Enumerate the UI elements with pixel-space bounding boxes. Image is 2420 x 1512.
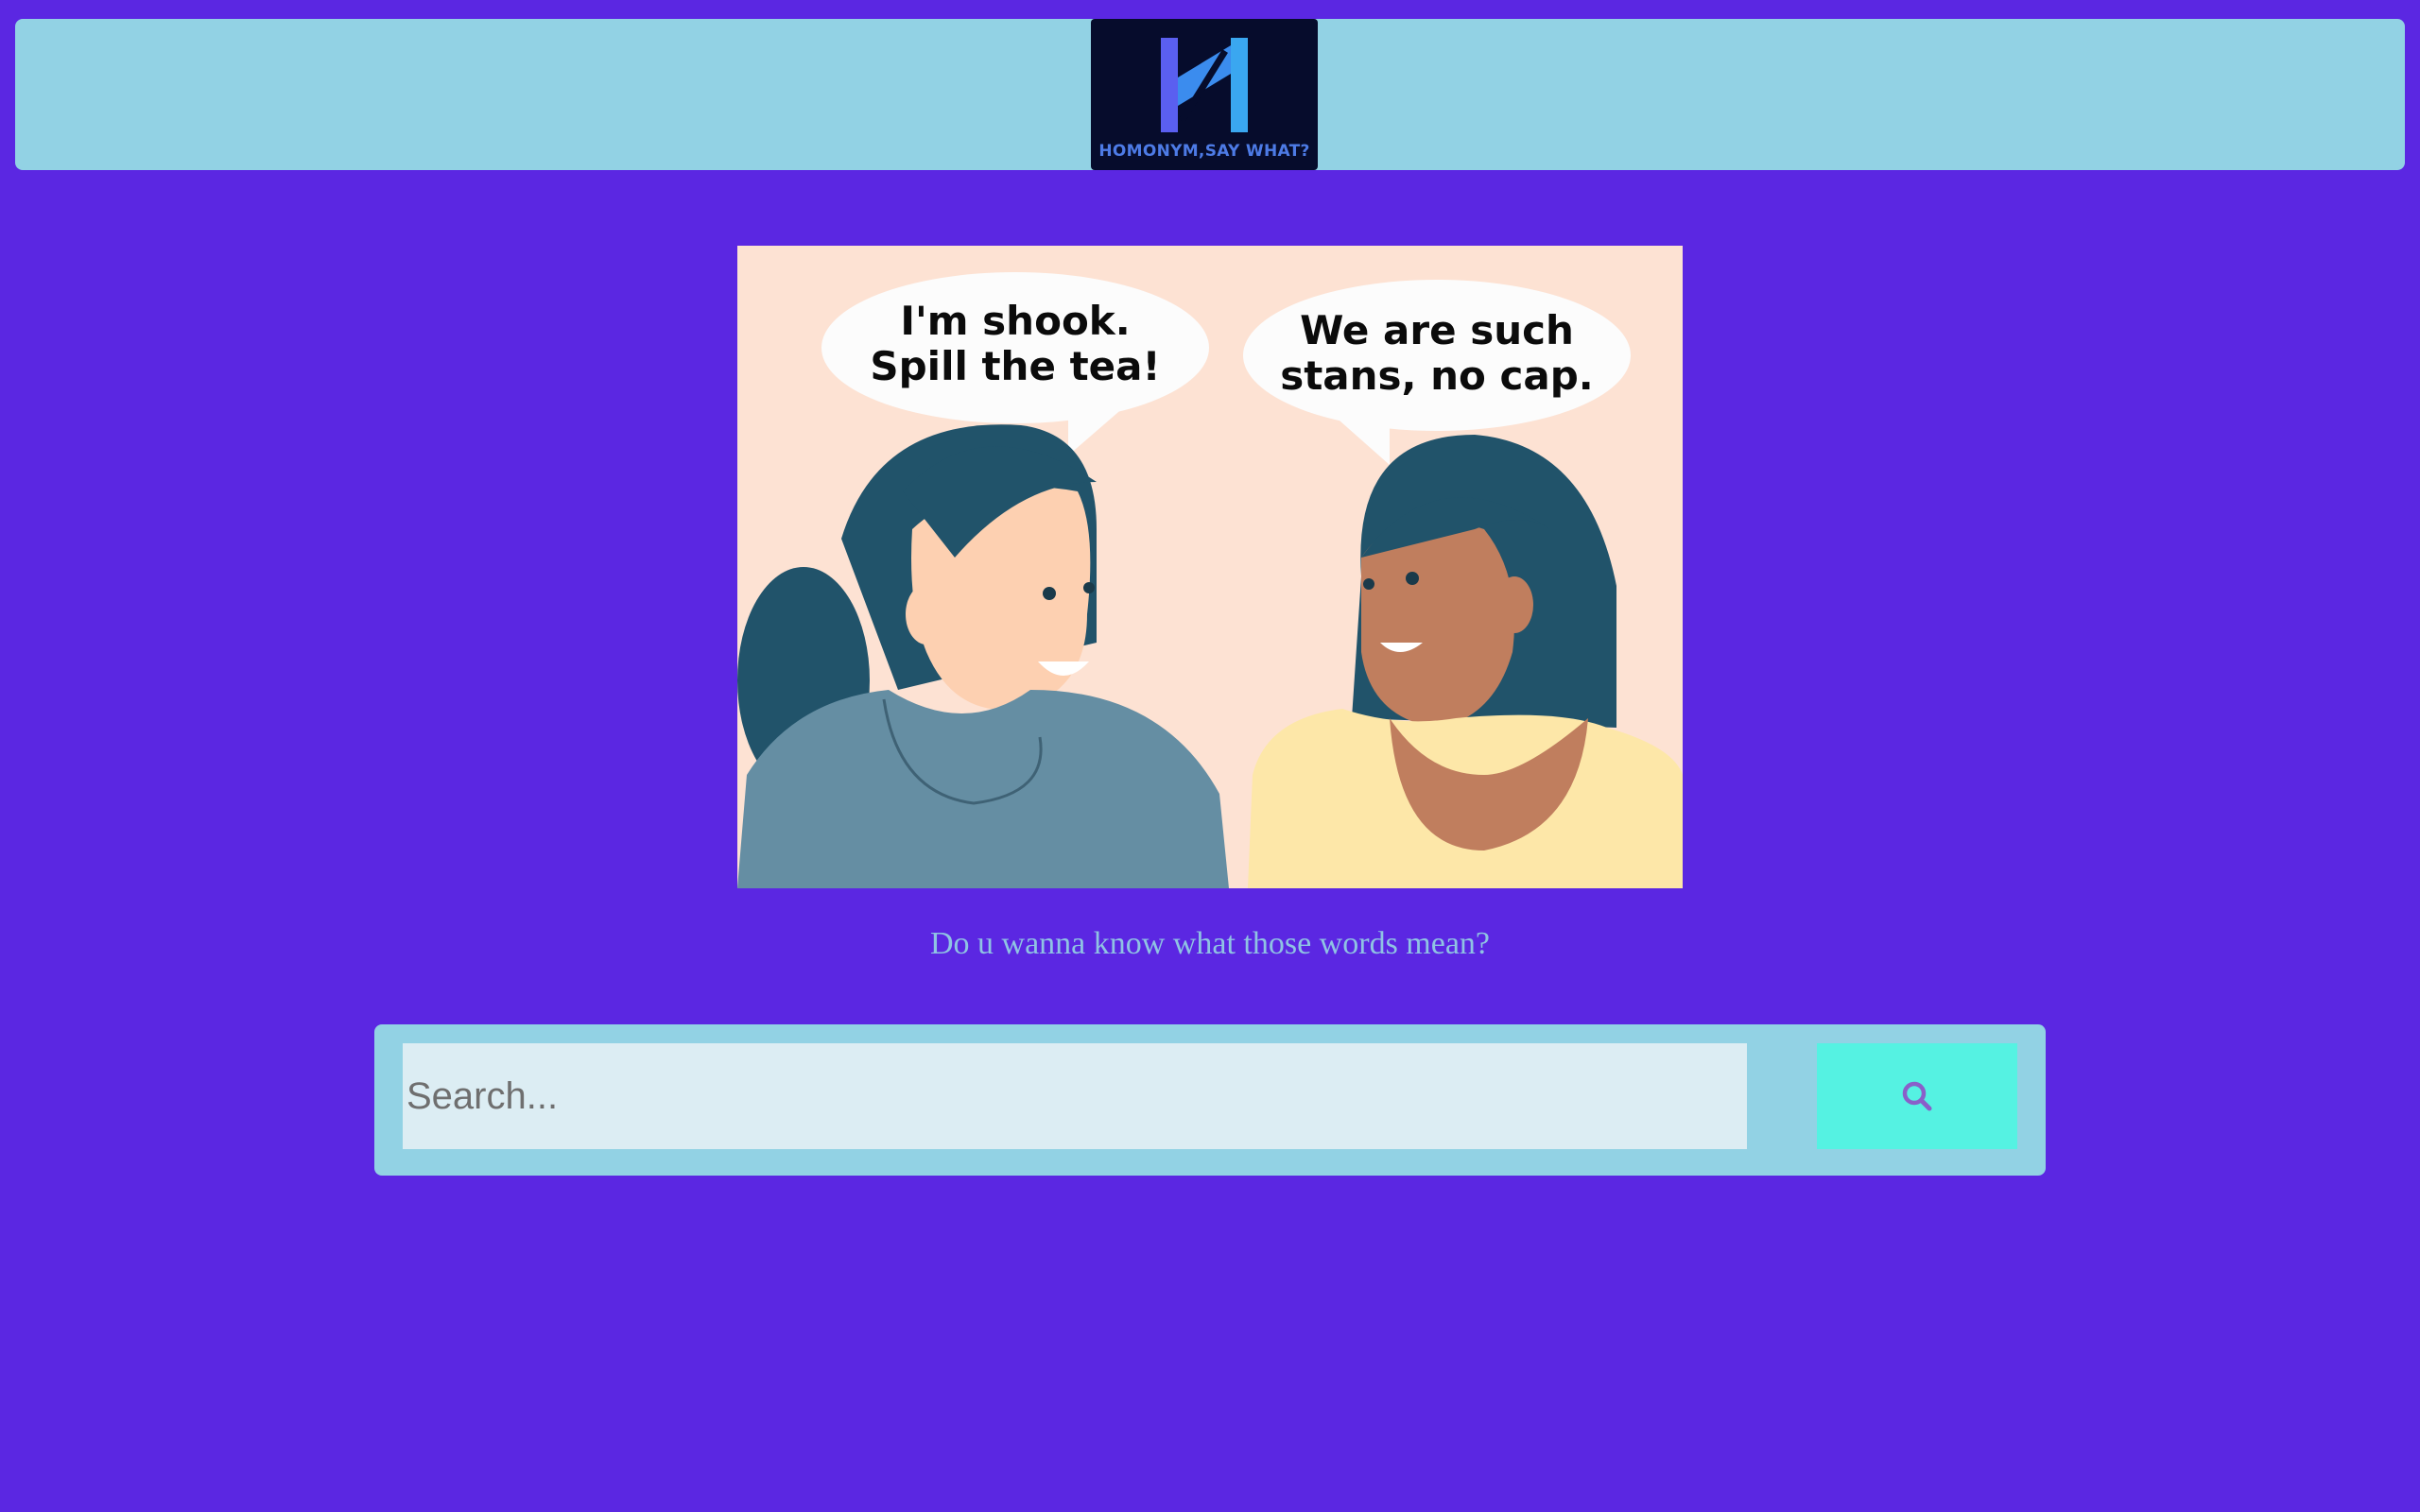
site-header: HOMONYM,SAY WHAT? bbox=[15, 19, 2405, 170]
bubble-right-line1: We are such bbox=[1300, 307, 1574, 353]
hero-illustration: I'm shook. Spill the tea! We are such st… bbox=[737, 246, 1683, 888]
bubble-left-line2: Spill the tea! bbox=[870, 343, 1160, 389]
search-bar bbox=[374, 1024, 2046, 1176]
site-logo[interactable]: HOMONYM,SAY WHAT? bbox=[1091, 19, 1318, 170]
speech-bubble-right: We are such stans, no cap. bbox=[1243, 280, 1631, 465]
search-button[interactable] bbox=[1817, 1043, 2017, 1149]
bubble-right-line2: stans, no cap. bbox=[1280, 352, 1594, 399]
search-icon bbox=[1902, 1081, 1932, 1111]
woman-right-illustration bbox=[1248, 435, 1683, 888]
tagline: Do u wanna know what those words mean? bbox=[929, 926, 1491, 961]
logo-text: HOMONYM,SAY WHAT? bbox=[1098, 142, 1310, 161]
bubble-left-line1: I'm shook. bbox=[900, 298, 1130, 344]
h-monogram-icon bbox=[1161, 38, 1248, 132]
search-input[interactable] bbox=[403, 1043, 1747, 1149]
woman-left-illustration bbox=[737, 424, 1229, 888]
